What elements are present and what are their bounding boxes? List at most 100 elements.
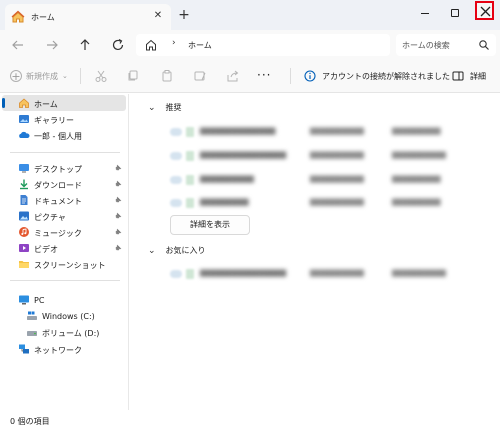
sidebar-item-pc[interactable]: PC — [2, 292, 126, 308]
close-window-button[interactable] — [475, 1, 494, 20]
file-location-blurred: ▇▇▇▇▇▇▇▇▇ — [392, 175, 441, 183]
sidebar-item-home[interactable]: ホーム — [2, 95, 126, 111]
pin-icon[interactable] — [114, 244, 122, 254]
back-arrow-icon[interactable] — [10, 37, 26, 53]
sidebar-item-onedrive[interactable]: 一郎 - 個人用 — [2, 127, 126, 143]
sidebar-item-videos[interactable]: ビデオ — [2, 240, 126, 256]
file-icon — [186, 127, 194, 137]
pin-icon[interactable] — [114, 228, 122, 238]
pictures-icon — [19, 211, 29, 221]
cut-icon[interactable] — [94, 69, 108, 83]
sidebar-item-windows-c[interactable]: Windows (C:) — [2, 308, 126, 324]
search-input[interactable] — [402, 38, 474, 52]
sidebar-item-downloads[interactable]: ダウンロード — [2, 176, 126, 192]
copy-icon[interactable] — [126, 69, 140, 83]
sidebar-item-label: ピクチャ — [34, 213, 66, 222]
chevron-down-icon: ⌄ — [62, 72, 68, 80]
file-name-blurred: ▇▇▇▇▇▇▇▇▇▇ — [200, 175, 254, 183]
favorites-group-header[interactable]: ⌄ お気に入り — [148, 245, 206, 256]
home-outline-icon — [146, 39, 156, 51]
pin-icon[interactable] — [114, 164, 122, 174]
file-location-blurred: ▇▇▇▇▇▇▇▇▇ — [392, 127, 441, 135]
file-name-blurred: ▇▇▇▇▇▇▇▇▇▇▇▇▇▇▇▇ — [200, 269, 287, 277]
tab-close-button[interactable]: ✕ — [151, 9, 165, 23]
minimize-icon — [421, 13, 429, 14]
rename-icon[interactable] — [193, 69, 207, 83]
close-icon — [480, 6, 491, 17]
chevron-down-icon: ⌄ — [148, 102, 156, 113]
sidebar-item-label: ホーム — [34, 100, 58, 109]
list-item[interactable]: ▇▇▇▇▇▇▇▇▇▇▇▇▇▇▇▇ ▇▇▇▇▇▇▇▇▇▇ ▇▇▇▇▇▇▇▇▇▇ — [170, 269, 490, 283]
sidebar-item-label: PC — [34, 296, 45, 305]
pane-splitter[interactable] — [128, 94, 129, 410]
drive-icon — [27, 331, 37, 336]
search-icon[interactable] — [478, 39, 490, 51]
drive-icon — [27, 311, 37, 320]
account-disconnected-notice[interactable]: アカウントの接続が解除されました — [304, 70, 450, 82]
up-arrow-icon[interactable] — [77, 37, 93, 53]
list-item[interactable]: ▇▇▇▇▇▇▇▇▇▇▇▇▇▇▇▇ ▇▇▇▇▇▇▇▇▇▇ ▇▇▇▇▇▇▇▇▇▇ — [170, 151, 490, 165]
pin-icon[interactable] — [114, 180, 122, 190]
sidebar-item-label: ギャラリー — [34, 116, 74, 125]
sidebar-item-pictures[interactable]: ピクチャ — [2, 208, 126, 224]
pc-icon — [19, 295, 29, 305]
sidebar-item-gallery[interactable]: ギャラリー — [2, 111, 126, 127]
file-icon — [186, 175, 194, 185]
paste-icon[interactable] — [160, 69, 174, 83]
list-item[interactable]: ▇▇▇▇▇▇▇▇▇▇▇▇▇▇ ▇▇▇▇▇▇▇▇▇▇ ▇▇▇▇▇▇▇▇▇ — [170, 127, 490, 141]
address-field[interactable]: › ホーム — [136, 34, 390, 56]
minimize-button[interactable] — [418, 6, 432, 20]
folder-icon — [19, 261, 29, 268]
cloud-status-icon — [170, 152, 182, 160]
show-more-button[interactable]: 詳細を表示 — [170, 215, 250, 235]
search-box[interactable] — [396, 34, 496, 56]
title-bar: ホーム ✕ + — [0, 0, 500, 30]
list-item[interactable]: ▇▇▇▇▇▇▇▇▇ ▇▇▇▇▇▇▇▇▇▇ ▇▇▇▇▇▇▇▇▇ — [170, 198, 490, 212]
file-date-blurred: ▇▇▇▇▇▇▇▇▇▇ — [310, 175, 364, 183]
pin-icon[interactable] — [114, 212, 122, 222]
file-date-blurred: ▇▇▇▇▇▇▇▇▇▇ — [310, 269, 364, 277]
sidebar-item-label: デスクトップ — [34, 165, 82, 174]
list-item[interactable]: ▇▇▇▇▇▇▇▇▇▇ ▇▇▇▇▇▇▇▇▇▇ ▇▇▇▇▇▇▇▇▇ — [170, 175, 490, 189]
music-icon — [19, 227, 29, 237]
sidebar-item-label: 一郎 - 個人用 — [34, 132, 82, 141]
desktop-icon — [19, 164, 29, 173]
sidebar-item-label: ボリューム (D:) — [42, 329, 100, 338]
maximize-button[interactable] — [448, 6, 462, 20]
file-icon — [186, 151, 194, 161]
sidebar-item-network[interactable]: ネットワーク — [2, 341, 126, 357]
toolbar-divider — [80, 68, 81, 84]
command-bar: + 新規作成 ⌄ ··· アカウントの接続が解除されました 詳細 — [0, 60, 500, 93]
new-plus-icon: + — [10, 70, 22, 83]
toolbar-divider — [290, 68, 291, 84]
sidebar-item-music[interactable]: ミュージック — [2, 224, 126, 240]
file-name-blurred: ▇▇▇▇▇▇▇▇▇ — [200, 198, 249, 206]
more-options-button[interactable]: ··· — [257, 68, 271, 82]
sidebar-item-desktop[interactable]: デスクトップ — [2, 160, 126, 176]
cloud-status-icon — [170, 270, 182, 278]
details-pane-label: 詳細 — [470, 71, 486, 81]
new-button[interactable]: + 新規作成 ⌄ — [10, 70, 68, 82]
breadcrumb-home[interactable]: ホーム — [188, 40, 212, 51]
maximize-icon — [451, 9, 459, 17]
forward-arrow-icon[interactable] — [44, 37, 60, 53]
sidebar-item-label: ミュージック — [34, 229, 82, 238]
file-icon — [186, 198, 194, 208]
pin-icon[interactable] — [114, 196, 122, 206]
refresh-icon[interactable] — [110, 37, 126, 53]
videos-icon — [19, 244, 29, 252]
sidebar-item-screenshots[interactable]: スクリーンショット — [2, 256, 126, 272]
file-date-blurred: ▇▇▇▇▇▇▇▇▇▇ — [310, 151, 364, 159]
sidebar-item-volume-d[interactable]: ボリューム (D:) — [2, 324, 126, 340]
share-icon[interactable] — [226, 69, 240, 83]
tab-home[interactable]: ホーム ✕ — [5, 4, 171, 30]
sidebar-item-documents[interactable]: ドキュメント — [2, 192, 126, 208]
recommended-group-header[interactable]: ⌄ 推奨 — [148, 102, 182, 113]
sidebar-item-label: ダウンロード — [34, 181, 82, 190]
details-pane-button[interactable]: 詳細 — [452, 70, 486, 82]
file-date-blurred: ▇▇▇▇▇▇▇▇▇▇ — [310, 198, 364, 206]
chevron-down-icon: ⌄ — [148, 245, 156, 256]
new-tab-button[interactable]: + — [176, 7, 192, 23]
content-pane: ⌄ 推奨 ▇▇▇▇▇▇▇▇▇▇▇▇▇▇ ▇▇▇▇▇▇▇▇▇▇ ▇▇▇▇▇▇▇▇▇… — [130, 94, 500, 410]
file-name-blurred: ▇▇▇▇▇▇▇▇▇▇▇▇▇▇▇▇ — [200, 151, 287, 159]
